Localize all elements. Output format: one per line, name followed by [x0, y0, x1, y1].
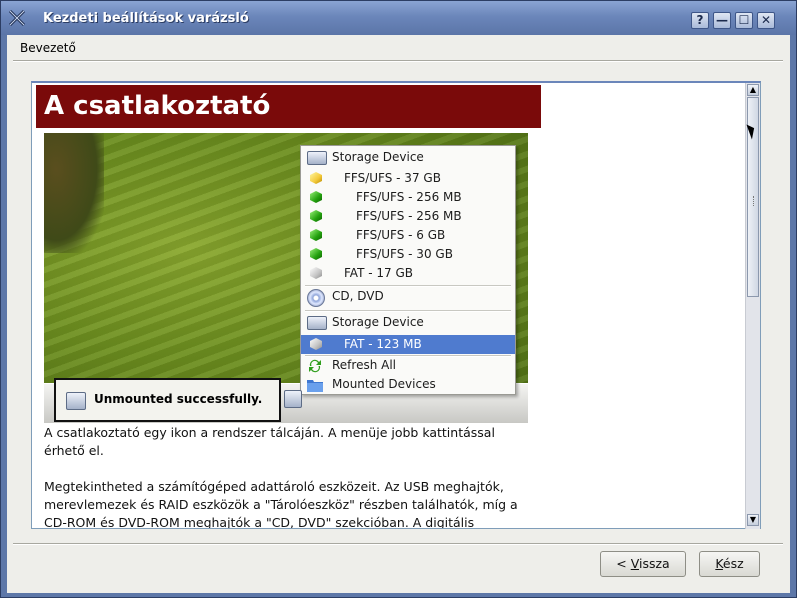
menu-item-partition: FFS/UFS - 256 MB: [301, 207, 515, 226]
green-hex-icon: [310, 248, 322, 260]
mounter-context-menu: Storage Device FFS/UFS - 37 GB FFS/UFS -…: [300, 145, 516, 395]
drive-icon: [307, 151, 327, 165]
menu-item-mounted-devices: Mounted Devices: [301, 375, 515, 394]
menu-item-partition: FAT - 17 GB: [301, 264, 515, 283]
menu-item-storage-device: Storage Device: [301, 148, 515, 167]
menu-item-cd-dvd: CD, DVD: [301, 287, 515, 307]
grey-hex-icon: [310, 338, 322, 350]
paragraph-line: CD-ROM és DVD-ROM meghajtók a "CD, DVD" …: [44, 515, 475, 528]
wizard-client-area: Bevezető A csatlakoztató Storage Device: [7, 35, 790, 593]
paragraph-line: merevlemezek és RAID eszközök a "Tárolóe…: [44, 497, 518, 512]
menu-item-partition: FFS/UFS - 37 GB: [301, 169, 515, 188]
paragraph-line: A csatlakoztató egy ikon a rendszer tálc…: [44, 425, 495, 440]
page-heading-banner: A csatlakoztató: [36, 85, 541, 128]
menu-item-storage-device: Storage Device: [301, 313, 515, 332]
green-hex-icon: [310, 210, 322, 222]
close-button[interactable]: ✕: [757, 12, 775, 29]
title-bar[interactable]: Kezdeti beállítások varázsló ? — ☐ ✕: [1, 1, 796, 35]
refresh-icon: [309, 359, 321, 373]
paragraph-line: érhető el.: [44, 443, 104, 458]
menu-item-partition-selected: FAT - 123 MB: [301, 335, 515, 354]
notification-toast: Unmounted successfully.: [54, 378, 281, 422]
drive-icon: [66, 392, 86, 410]
vertical-scrollbar[interactable]: ▲ ▼: [745, 83, 760, 529]
menu-item-partition: FFS/UFS - 30 GB: [301, 245, 515, 264]
screenshot-image: Storage Device FFS/UFS - 37 GB FFS/UFS -…: [44, 133, 528, 423]
yellow-hex-icon: [310, 172, 322, 184]
cd-icon: [307, 289, 325, 307]
scroll-grip-icon: [753, 196, 755, 206]
scroll-down-button[interactable]: ▼: [747, 514, 759, 526]
toast-message: Unmounted successfully.: [94, 392, 263, 406]
grey-hex-icon: [310, 267, 322, 279]
step-title: Bevezető: [20, 41, 76, 55]
minimize-button[interactable]: —: [713, 12, 731, 29]
content-panel[interactable]: A csatlakoztató Storage Device FFS/UFS -…: [31, 81, 761, 529]
back-button[interactable]: < Vissza: [600, 551, 686, 577]
scroll-up-button[interactable]: ▲: [747, 84, 759, 96]
maximize-button[interactable]: ☐: [735, 12, 753, 29]
window-title: Kezdeti beállítások varázsló: [43, 11, 249, 26]
help-button[interactable]: ?: [691, 12, 709, 29]
done-button[interactable]: Kész: [699, 551, 760, 577]
tray-drive-icon: [284, 390, 302, 408]
green-hex-icon: [310, 229, 322, 241]
wizard-window: Kezdeti beállítások varázsló ? — ☐ ✕ Bev…: [0, 0, 797, 598]
page-heading: A csatlakoztató: [44, 91, 271, 121]
menu-item-partition: FFS/UFS - 6 GB: [301, 226, 515, 245]
header-divider: [13, 60, 783, 62]
tree-shadow: [44, 133, 104, 253]
green-hex-icon: [310, 191, 322, 203]
menu-separator: [305, 310, 511, 312]
paragraph-line: Megtekintheted a számítógéped adattároló…: [44, 479, 504, 494]
app-logo-icon: [8, 9, 26, 27]
footer-divider: [13, 543, 783, 545]
folder-icon: [307, 380, 323, 392]
drive-icon: [307, 316, 327, 330]
menu-item-partition: FFS/UFS - 256 MB: [301, 188, 515, 207]
menu-item-refresh-all: Refresh All: [301, 356, 515, 375]
